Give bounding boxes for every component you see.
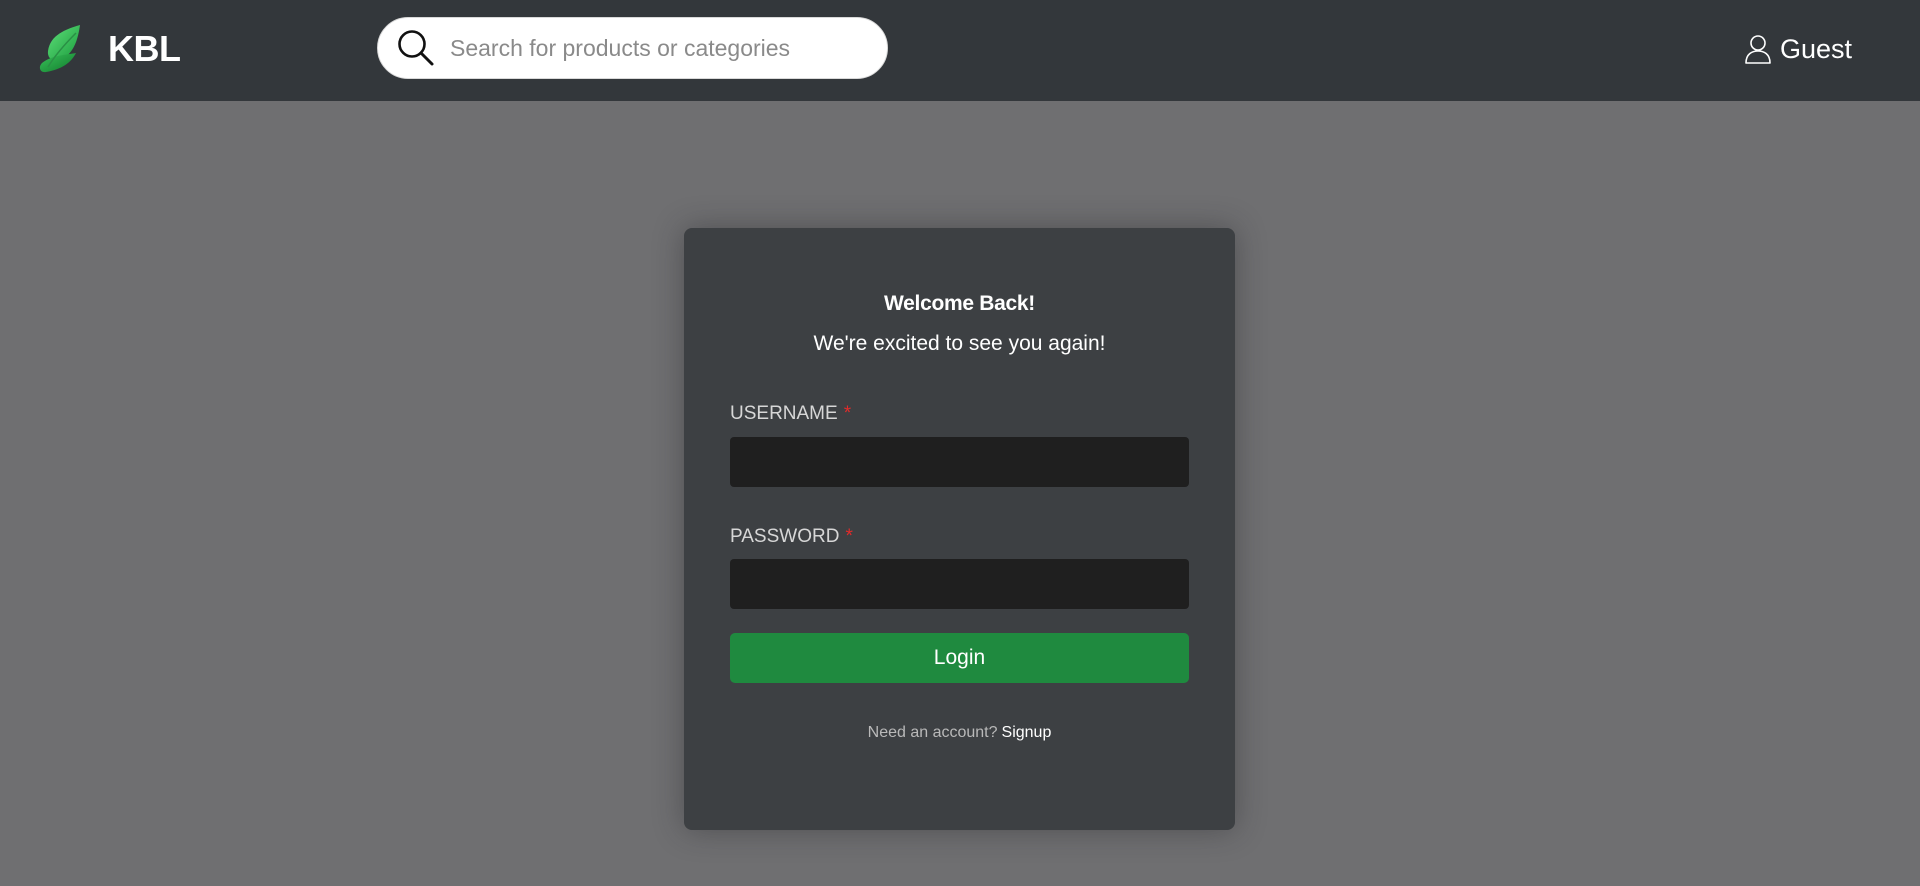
login-button[interactable]: Login <box>730 633 1189 683</box>
login-card: Welcome Back! We're excited to see you a… <box>684 228 1235 830</box>
password-input[interactable] <box>730 559 1189 609</box>
search-bar <box>377 17 888 79</box>
search-input[interactable] <box>448 33 868 63</box>
user-menu[interactable]: Guest <box>1744 27 1852 71</box>
top-navbar: KBL Guest <box>0 0 1920 101</box>
username-label: USERNAME * <box>730 403 851 425</box>
welcome-subtitle: We're excited to see you again! <box>813 332 1106 355</box>
password-label-text: PASSWORD <box>730 526 840 547</box>
required-mark: * <box>845 526 853 547</box>
search-icon[interactable] <box>396 28 436 68</box>
username-label-text: USERNAME <box>730 403 838 424</box>
welcome-heading: Welcome Back! <box>884 292 1035 315</box>
brand-name: KBL <box>108 28 181 69</box>
signup-link[interactable]: Signup <box>1002 724 1052 741</box>
brand-home-link[interactable]: KBL <box>36 22 181 76</box>
password-label: PASSWORD * <box>730 526 853 548</box>
username-input[interactable] <box>730 437 1189 487</box>
leaf-icon <box>39 25 80 73</box>
signup-line: Need an account? Signup <box>684 724 1235 742</box>
user-icon <box>1745 35 1771 64</box>
signup-prompt: Need an account? <box>867 724 998 741</box>
user-label: Guest <box>1780 33 1853 64</box>
required-mark: * <box>843 403 852 424</box>
